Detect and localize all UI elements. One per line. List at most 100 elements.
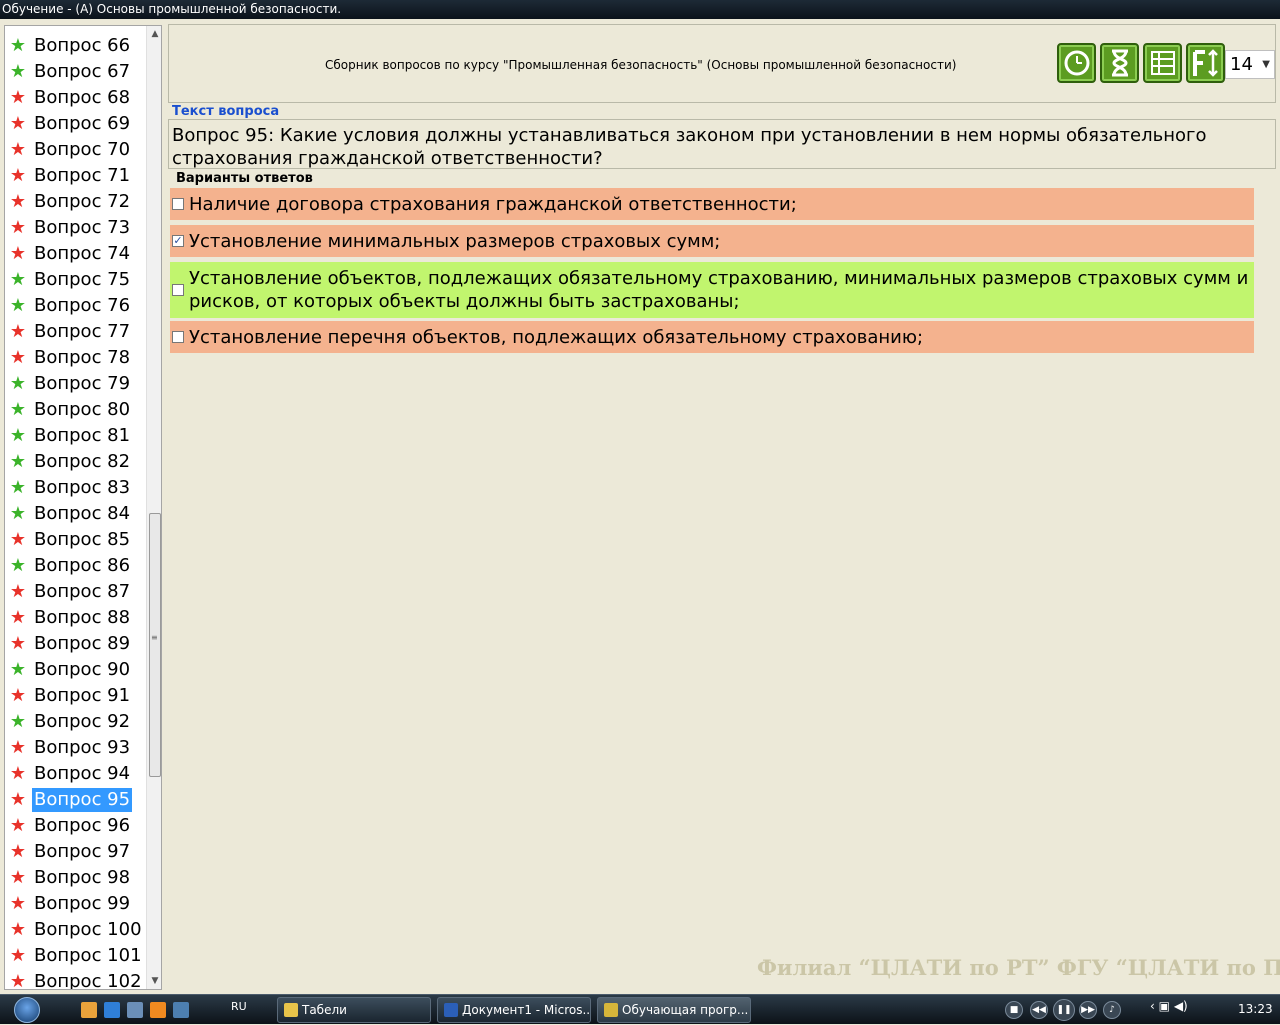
question-list-item-label: Вопрос 102 bbox=[34, 971, 142, 990]
taskbar: RU Табели Документ1 - Micros... Обучающа… bbox=[0, 994, 1280, 1024]
answer-checkbox-checked[interactable]: ✓ bbox=[172, 235, 184, 247]
question-list-item[interactable]: ★ Вопрос 87 bbox=[9, 579, 132, 605]
question-list[interactable]: ★ Вопрос 66 ★ Вопрос 67 ★ Вопрос 68 ★ Вопрос 69… bbox=[4, 25, 162, 990]
pause-icon[interactable]: ❚❚ bbox=[1053, 999, 1075, 1021]
question-list-item[interactable]: ★ Вопрос 88 bbox=[9, 605, 132, 631]
task-tabeli[interactable]: Табели bbox=[277, 997, 431, 1023]
question-list-item[interactable]: ★ Вопрос 82 bbox=[9, 449, 132, 475]
scroll-down-icon[interactable]: ▼ bbox=[147, 973, 161, 989]
scroll-up-icon[interactable]: ▲ bbox=[147, 26, 161, 42]
green-star-icon: ★ bbox=[9, 555, 27, 576]
system-tray: ‹ ▣ ◀) bbox=[1150, 999, 1188, 1013]
question-list-item[interactable]: ★ Вопрос 71 bbox=[9, 163, 132, 189]
question-list-item-label: Вопрос 101 bbox=[34, 945, 142, 966]
question-list-item-label: Вопрос 79 bbox=[34, 373, 131, 394]
question-list-item[interactable]: ★ Вопрос 75 bbox=[9, 267, 132, 293]
answer-option[interactable]: Установление объектов, подлежащих обязат… bbox=[170, 262, 1254, 318]
question-list-scrollbar[interactable]: ▲ ≡ ▼ bbox=[146, 26, 161, 989]
question-list-item[interactable]: ★ Вопрос 70 bbox=[9, 137, 132, 163]
question-list-item[interactable]: ★ Вопрос 74 bbox=[9, 241, 132, 267]
answer-checkbox[interactable] bbox=[172, 331, 184, 343]
window-switch-icon[interactable] bbox=[173, 1002, 189, 1018]
red-star-icon: ★ bbox=[9, 841, 27, 862]
task-training-program[interactable]: Обучающая прогр... bbox=[597, 997, 751, 1023]
question-list-item[interactable]: ★ Вопрос 98 bbox=[9, 865, 132, 891]
question-list-item[interactable]: ★ Вопрос 90 bbox=[9, 657, 132, 683]
red-star-icon: ★ bbox=[9, 737, 27, 758]
network-icon[interactable]: ▣ bbox=[1159, 999, 1170, 1013]
clock[interactable]: 13:23 bbox=[1238, 1002, 1273, 1016]
question-list-item[interactable]: ★ Вопрос 94 bbox=[9, 761, 132, 787]
start-button[interactable] bbox=[2, 995, 52, 1025]
scroll-thumb[interactable]: ≡ bbox=[149, 513, 161, 777]
question-list-item[interactable]: ★ Вопрос 89 bbox=[9, 631, 132, 657]
question-list-item[interactable]: ★ Вопрос 73 bbox=[9, 215, 132, 241]
red-star-icon: ★ bbox=[9, 867, 27, 888]
question-list-item[interactable]: ★ Вопрос 68 bbox=[9, 85, 132, 111]
question-list-item[interactable]: ★ Вопрос 102 bbox=[9, 969, 144, 990]
next-icon[interactable]: ▶▶ bbox=[1079, 1001, 1097, 1019]
question-list-item[interactable]: ★ Вопрос 77 bbox=[9, 319, 132, 345]
question-list-item[interactable]: ★ Вопрос 72 bbox=[9, 189, 132, 215]
question-list-item-label: Вопрос 90 bbox=[34, 659, 131, 680]
question-list-item[interactable]: ★ Вопрос 86 bbox=[9, 553, 132, 579]
speaker-icon[interactable]: ◀) bbox=[1174, 999, 1188, 1013]
question-list-item[interactable]: ★ Вопрос 76 bbox=[9, 293, 132, 319]
question-list-item-label: Вопрос 83 bbox=[34, 477, 131, 498]
question-list-item[interactable]: ★ Вопрос 97 bbox=[9, 839, 132, 865]
stop-icon[interactable]: ■ bbox=[1005, 1001, 1023, 1019]
red-star-icon: ★ bbox=[9, 971, 27, 990]
question-list-item[interactable]: ★ Вопрос 95 bbox=[9, 787, 133, 813]
question-list-item[interactable]: ★ Вопрос 83 bbox=[9, 475, 132, 501]
question-list-item[interactable]: ★ Вопрос 100 bbox=[9, 917, 144, 943]
question-list-item[interactable]: ★ Вопрос 80 bbox=[9, 397, 132, 423]
question-list-item[interactable]: ★ Вопрос 69 bbox=[9, 111, 132, 137]
question-section-label: Текст вопроса bbox=[172, 104, 280, 119]
internet-explorer-icon[interactable] bbox=[104, 1002, 120, 1018]
answer-text: Установление минимальных размеров страхо… bbox=[189, 230, 721, 252]
red-star-icon: ★ bbox=[9, 87, 27, 108]
task-label: Документ1 - Micros... bbox=[462, 1003, 591, 1017]
clock-button[interactable] bbox=[1057, 43, 1096, 83]
question-list-item[interactable]: ★ Вопрос 81 bbox=[9, 423, 132, 449]
font-size-button[interactable] bbox=[1186, 43, 1225, 83]
question-list-item-label: Вопрос 69 bbox=[34, 113, 131, 134]
previous-icon[interactable]: ◀◀ bbox=[1030, 1001, 1048, 1019]
hourglass-button[interactable] bbox=[1100, 43, 1139, 83]
question-list-item[interactable]: ★ Вопрос 99 bbox=[9, 891, 132, 917]
language-indicator[interactable]: RU bbox=[231, 1000, 247, 1013]
question-list-item[interactable]: ★ Вопрос 92 bbox=[9, 709, 132, 735]
question-list-item[interactable]: ★ Вопрос 91 bbox=[9, 683, 132, 709]
question-list-item[interactable]: ★ Вопрос 93 bbox=[9, 735, 132, 761]
answer-option[interactable]: Установление перечня объектов, подлежащи… bbox=[170, 321, 1254, 353]
answer-option[interactable]: ✓ Установление минимальных размеров страх… bbox=[170, 225, 1254, 257]
font-size-select[interactable]: 14 ▼ bbox=[1225, 50, 1275, 79]
tray-expand-icon[interactable]: ‹ bbox=[1150, 999, 1155, 1013]
question-list-item-label: Вопрос 95 bbox=[32, 788, 133, 812]
list-button[interactable] bbox=[1143, 43, 1182, 83]
question-list-item[interactable]: ★ Вопрос 67 bbox=[9, 59, 132, 85]
clock-app-icon[interactable] bbox=[81, 1002, 97, 1018]
answer-text: Установление перечня объектов, подлежащи… bbox=[189, 326, 924, 348]
media-player-icon[interactable] bbox=[150, 1002, 166, 1018]
answer-option[interactable]: Наличие договора страхования гражданской… bbox=[170, 188, 1254, 220]
volume-icon[interactable]: ♪ bbox=[1103, 1001, 1121, 1019]
question-list-item[interactable]: ★ Вопрос 84 bbox=[9, 501, 132, 527]
answer-checkbox[interactable] bbox=[172, 284, 184, 296]
question-list-item[interactable]: ★ Вопрос 101 bbox=[9, 943, 144, 969]
question-list-item-label: Вопрос 91 bbox=[34, 685, 131, 706]
question-list-item-label: Вопрос 74 bbox=[34, 243, 131, 264]
question-list-item[interactable]: ★ Вопрос 85 bbox=[9, 527, 132, 553]
question-list-item-label: Вопрос 78 bbox=[34, 347, 131, 368]
green-star-icon: ★ bbox=[9, 503, 27, 524]
question-list-item[interactable]: ★ Вопрос 96 bbox=[9, 813, 132, 839]
question-list-item[interactable]: ★ Вопрос 66 bbox=[9, 33, 132, 59]
question-list-item[interactable]: ★ Вопрос 79 bbox=[9, 371, 132, 397]
question-list-item-label: Вопрос 96 bbox=[34, 815, 131, 836]
task-document[interactable]: Документ1 - Micros... bbox=[437, 997, 591, 1023]
red-star-icon: ★ bbox=[9, 815, 27, 836]
answer-checkbox[interactable] bbox=[172, 198, 184, 210]
desktop-icon[interactable] bbox=[127, 1002, 143, 1018]
question-list-item[interactable]: ★ Вопрос 78 bbox=[9, 345, 132, 371]
green-star-icon: ★ bbox=[9, 61, 27, 82]
